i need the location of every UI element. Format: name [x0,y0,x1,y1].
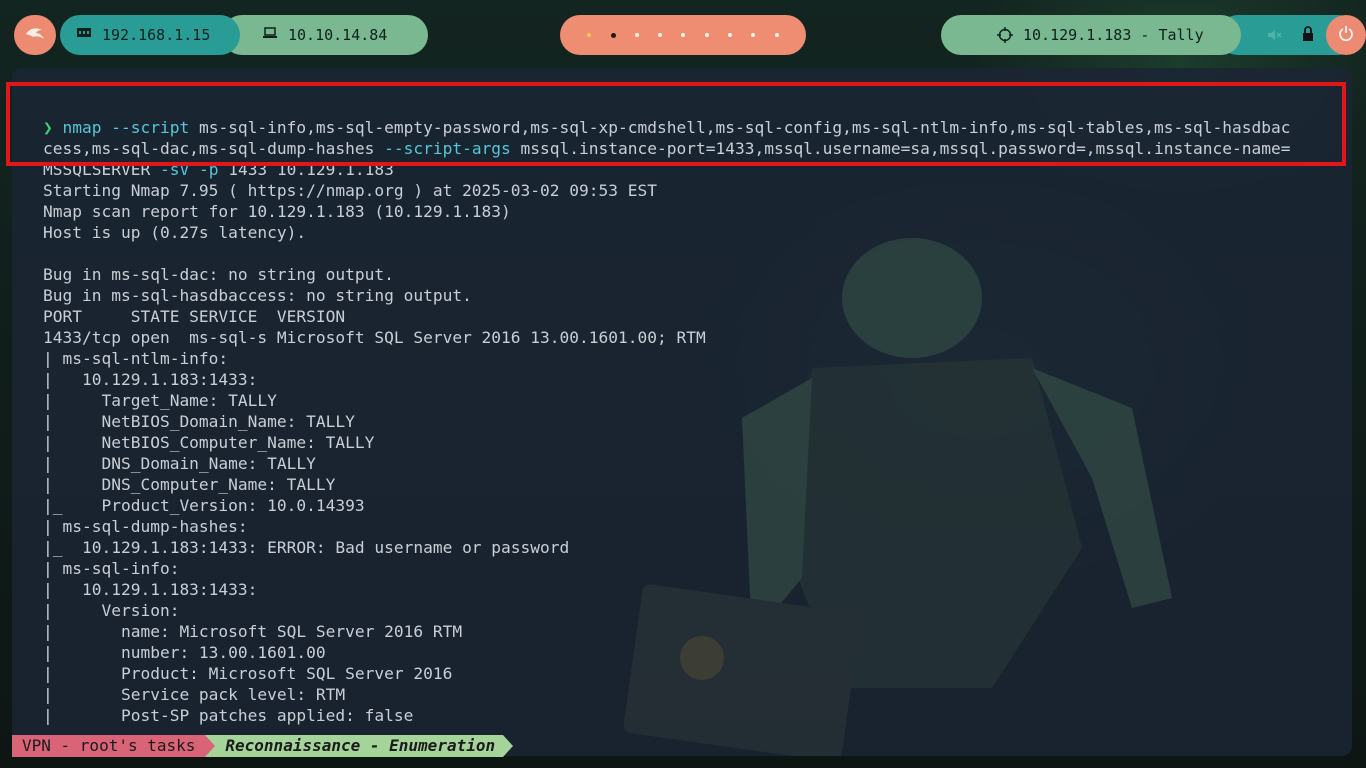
output-line: |_ Product_Version: 10.0.14393 [43,496,365,515]
output-line: | DNS_Domain_Name: TALLY [43,454,316,473]
target-widget[interactable]: 10.129.1.183 - Tally [941,15,1241,55]
scan-output: Starting Nmap 7.95 ( https://nmap.org ) … [43,181,706,725]
local-ip-widget[interactable]: 192.168.1.15 [60,15,240,55]
output-line: 1433/tcp open ms-sql-s Microsoft SQL Ser… [43,328,706,347]
terminal-window[interactable]: ❯ nmap --script ms-sql-info,ms-sql-empty… [12,68,1352,756]
network-card-icon [76,26,92,44]
powerline-separator-end [503,735,514,757]
output-line: | ms-sql-dump-hashes: [43,517,248,536]
kali-dragon-icon [24,25,46,45]
output-line: | ms-sql-ntlm-info: [43,349,229,368]
workspace-9[interactable] [774,33,779,37]
tmux-statusbar: VPN - root's tasks Reconnaissance - Enum… [12,735,514,757]
output-line: | Product: Microsoft SQL Server 2016 [43,664,453,683]
workspace-4[interactable] [658,33,663,37]
workspace-6[interactable] [704,33,709,37]
output-line: | number: 13.00.1601.00 [43,643,326,662]
output-line: | 10.129.1.183:1433: [43,370,258,389]
workspace-2[interactable] [610,32,616,38]
workspace-8[interactable] [751,33,756,37]
output-line: Starting Nmap 7.95 ( https://nmap.org ) … [43,181,657,200]
target-text: 10.129.1.183 - Tally [1023,26,1204,44]
output-line: | DNS_Computer_Name: TALLY [43,475,336,494]
output-line: Host is up (0.27s latency). [43,223,307,242]
power-button[interactable] [1326,15,1366,55]
workspace-switcher[interactable] [560,15,806,55]
power-icon [1338,25,1354,45]
output-line: Bug in ms-sql-dac: no string output. [43,265,394,284]
output-line: Nmap scan report for 10.129.1.183 (10.12… [43,202,511,221]
output-line: PORT STATE SERVICE VERSION [43,307,346,326]
output-line: Bug in ms-sql-hasdbaccess: no string out… [43,286,472,305]
output-line: | Target_Name: TALLY [43,391,277,410]
output-line: | Service pack level: RTM [43,685,346,704]
window-label[interactable]: Reconnaissance - Enumeration [215,735,504,757]
output-line: | 10.129.1.183:1433: [43,580,258,599]
workspace-5[interactable] [681,33,686,37]
local-ip-text: 192.168.1.15 [102,26,211,44]
workspace-7[interactable] [728,33,733,37]
output-line: | Post-SP patches applied: false [43,706,414,725]
output-line: | Version: [43,601,180,620]
speaker-muted-icon[interactable] [1266,27,1282,47]
output-line: | name: Microsoft SQL Server 2016 RTM [43,622,463,641]
vpn-ip-widget[interactable]: 10.10.14.84 [222,15,428,55]
session-label[interactable]: VPN - root's tasks [12,735,206,757]
app-launcher-button[interactable] [14,15,56,55]
vpn-ip-text: 10.10.14.84 [288,26,388,44]
command-highlight-box [6,82,1346,166]
terminal-output: ❯ nmap --script ms-sql-info,ms-sql-empty… [43,96,1290,726]
output-line: |_ 10.129.1.183:1433: ERROR: Bad usernam… [43,538,570,557]
workspace-3[interactable] [634,33,639,37]
output-line: | NetBIOS_Domain_Name: TALLY [43,412,355,431]
powerline-separator [205,735,216,757]
workspace-1[interactable] [587,33,592,37]
laptop-icon [262,26,278,44]
top-panel: 10.10.14.84 192.168.1.15 10.129.1.183 - … [0,0,1366,70]
lock-icon[interactable] [1302,26,1314,46]
crosshair-icon [997,27,1013,47]
output-line: | ms-sql-info: [43,559,180,578]
output-line: | NetBIOS_Computer_Name: TALLY [43,433,375,452]
